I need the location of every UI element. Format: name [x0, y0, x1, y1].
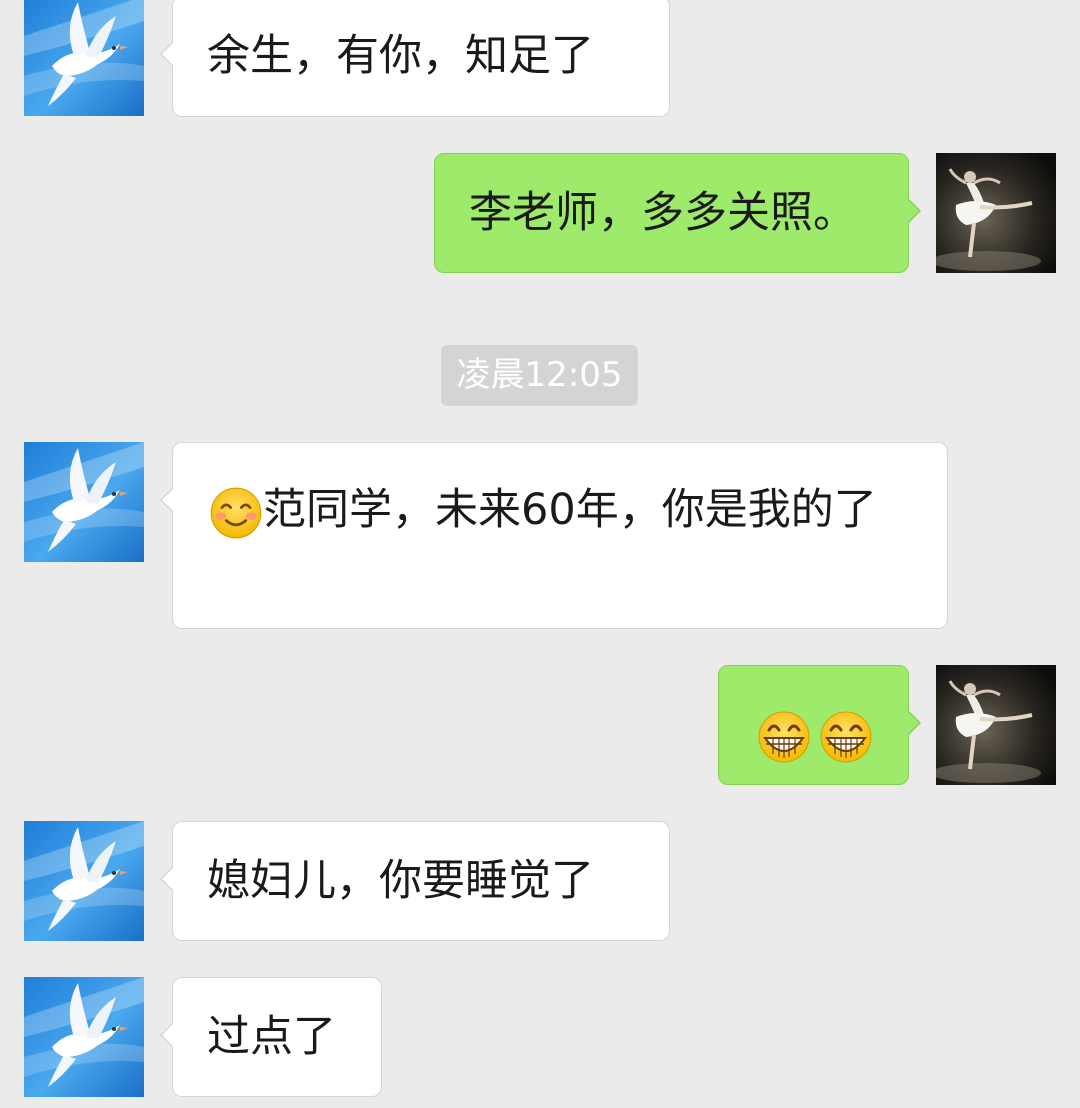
message-bubble-incoming[interactable]: 余生，有你，知足了	[160, 0, 670, 117]
message-bubble-outgoing[interactable]: 李老师，多多关照。	[434, 153, 921, 273]
my-avatar[interactable]	[936, 153, 1056, 273]
message-text: 媳妇儿，你要睡觉了	[207, 856, 594, 906]
my-avatar[interactable]	[936, 665, 1056, 785]
grinning-teeth-emoji-icon	[757, 710, 811, 764]
white-dove-avatar-icon	[24, 977, 144, 1097]
white-dove-avatar-icon	[24, 821, 144, 941]
grinning-teeth-emoji-icon	[819, 710, 873, 764]
contact-avatar[interactable]	[24, 977, 144, 1097]
message-text: 李老师，多多关照。	[469, 188, 856, 238]
white-dove-avatar-icon	[24, 442, 144, 562]
message-text: 过点了	[207, 1012, 336, 1062]
timestamp-badge: 凌晨12:05	[441, 345, 638, 406]
message-bubble-incoming[interactable]: 媳妇儿，你要睡觉了	[160, 821, 670, 941]
message-text: 范同学，未来60年，你是我的了	[263, 485, 877, 535]
contact-avatar[interactable]	[24, 442, 144, 562]
ballerina-avatar-icon	[936, 153, 1056, 273]
white-dove-avatar-icon	[24, 0, 144, 116]
contact-avatar[interactable]	[24, 0, 144, 116]
message-bubble-incoming[interactable]: 范同学，未来60年，你是我的了	[160, 442, 948, 629]
message-text: 余生，有你，知足了	[207, 31, 594, 81]
smiling-blush-emoji-icon	[209, 486, 263, 540]
ballerina-avatar-icon	[936, 665, 1056, 785]
message-bubble-outgoing[interactable]	[718, 665, 921, 785]
message-bubble-incoming[interactable]: 过点了	[160, 977, 382, 1097]
contact-avatar[interactable]	[24, 821, 144, 941]
